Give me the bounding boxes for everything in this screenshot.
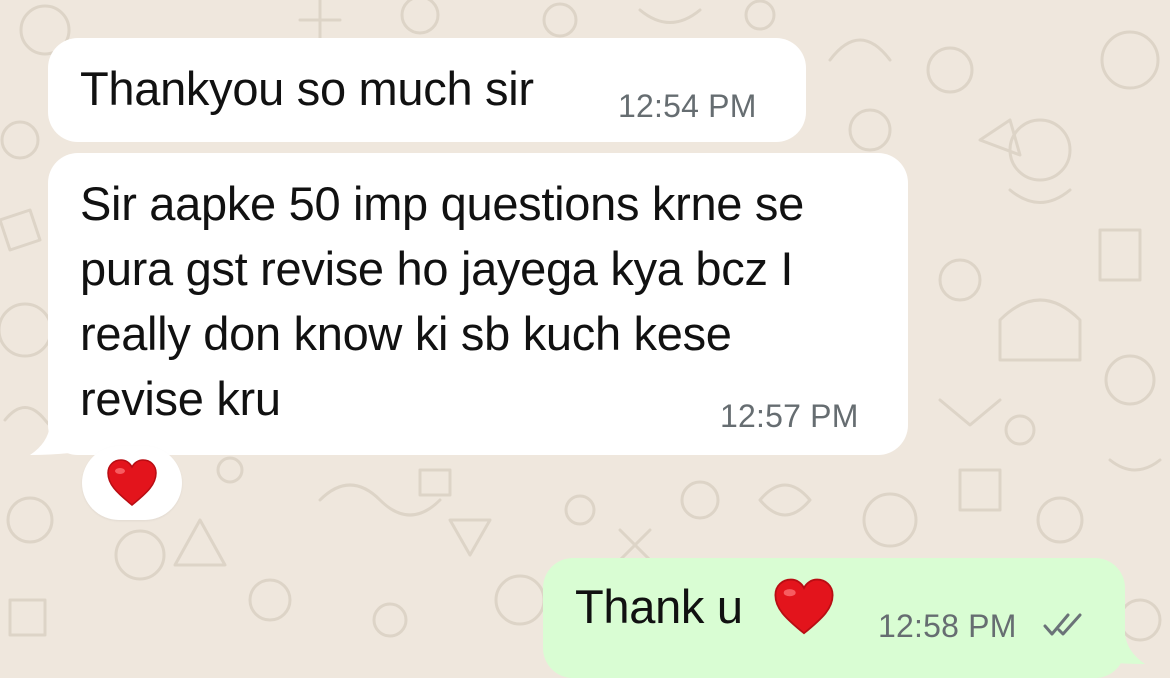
outgoing-message-bubble[interactable]: Thank u 12:58 PM (543, 558, 1125, 678)
incoming-message-bubble[interactable]: Sir aapke 50 imp questions krne se pura … (48, 153, 908, 455)
message-timestamp: 12:57 PM (720, 398, 859, 434)
message-reaction[interactable] (82, 446, 182, 520)
heart-emoji-icon (774, 578, 834, 635)
message-text: Thank u (575, 580, 743, 633)
heart-icon (107, 459, 157, 506)
message-timestamp: 12:54 PM (618, 88, 757, 124)
message-text: Sir aapke 50 imp questions krne se pura … (80, 177, 804, 425)
incoming-message-bubble[interactable]: Thankyou so much sir 12:54 PM (48, 38, 806, 142)
message-timestamp: 12:58 PM (878, 608, 1017, 644)
message-text: Thankyou so much sir (80, 62, 534, 115)
read-receipt-ticks-icon (1043, 613, 1082, 636)
